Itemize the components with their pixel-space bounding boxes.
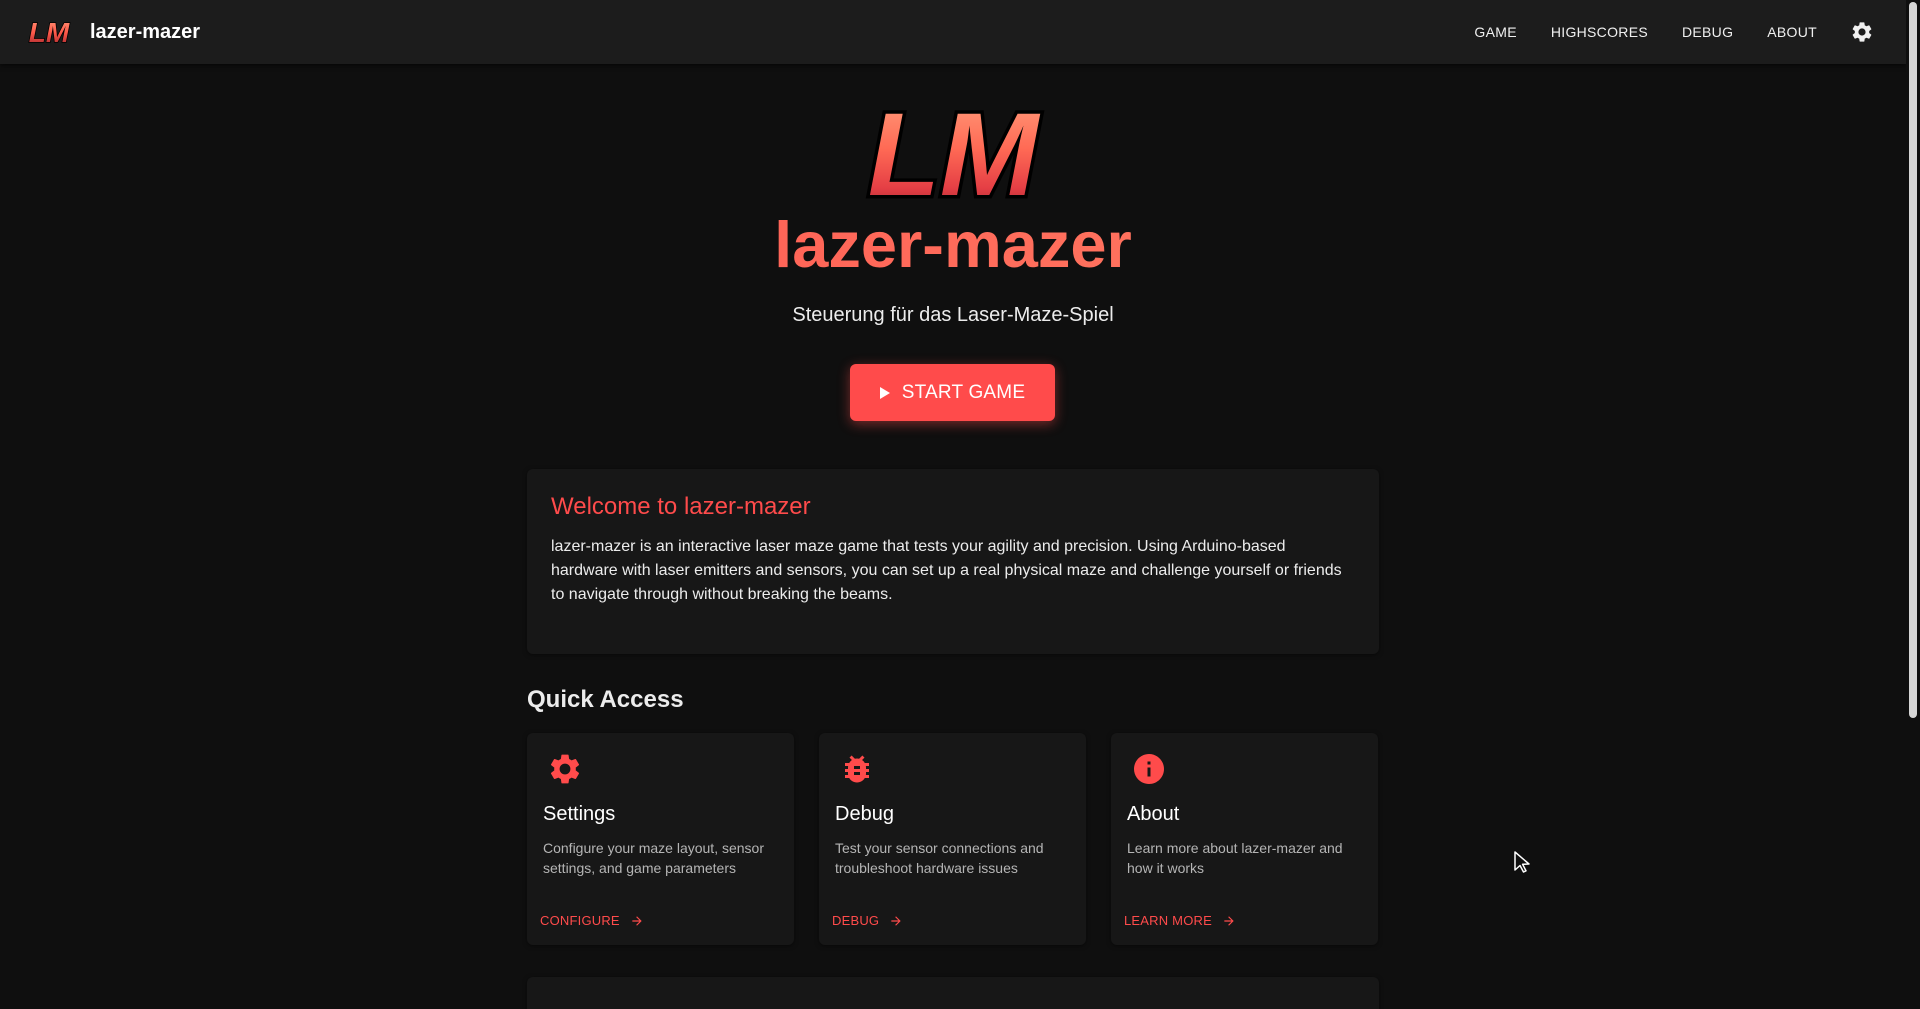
vertical-scrollbar[interactable] [1906, 0, 1920, 1009]
welcome-body: lazer-mazer is an interactive laser maze… [551, 538, 1342, 603]
svg-text:LM: LM [868, 95, 1041, 209]
quick-access-title: Quick Access [527, 686, 684, 713]
learn-more-link-label: LEARN MORE [1124, 913, 1212, 928]
bug-icon [845, 755, 869, 783]
top-nav: GAME HIGHSCORES DEBUG ABOUT [1457, 0, 1882, 64]
debug-link-label: DEBUG [832, 913, 880, 928]
svg-text:LM: LM [29, 17, 70, 47]
arrow-right-icon [1224, 915, 1234, 926]
hero-title: lazer-mazer [0, 200, 1906, 290]
quick-access-card-description: Learn more about lazer-mazer and how it … [1127, 840, 1343, 876]
quick-access-card-debug: Debug Test your sensor connections and t… [819, 733, 1086, 945]
learn-more-link[interactable]: LEARN MORE [1124, 913, 1236, 928]
quick-access-card-about: About Learn more about lazer-mazer and h… [1111, 733, 1378, 945]
start-game-label: START GAME [901, 381, 1026, 403]
hero-subtitle: Steuerung für das Laser-Maze-Spiel [792, 304, 1114, 326]
info-icon [1134, 754, 1164, 784]
nav-game[interactable]: GAME [1457, 14, 1533, 50]
arrow-right-icon [891, 915, 901, 926]
welcome-title: Welcome to lazer-mazer [551, 493, 811, 520]
configure-link-label: CONFIGURE [540, 913, 620, 928]
brand-home-link[interactable]: LM lazer-mazer [24, 17, 200, 47]
arrow-right-icon [632, 915, 642, 926]
scrollbar-thumb[interactable] [1909, 2, 1917, 718]
nav-about[interactable]: ABOUT [1750, 14, 1834, 50]
mouse-cursor-icon [1514, 851, 1530, 873]
welcome-card: Welcome to lazer-mazer lazer-mazer is an… [527, 469, 1379, 654]
app-title: lazer-mazer [90, 20, 201, 43]
nav-debug[interactable]: DEBUG [1665, 14, 1750, 50]
quick-access-card-description: Test your sensor connections and trouble… [835, 840, 1044, 876]
start-game-button[interactable]: START GAME [850, 364, 1055, 421]
brand-logo-icon: LM [28, 17, 71, 47]
gear-icon [1852, 22, 1872, 42]
quick-access-card-title: Debug [835, 803, 894, 825]
play-icon [879, 386, 890, 399]
quick-access-card-settings: Settings Configure your maze layout, sen… [527, 733, 794, 945]
hero-logo-icon: LM [864, 95, 1044, 209]
nav-highscores[interactable]: HIGHSCORES [1534, 14, 1665, 50]
gear-icon [550, 754, 580, 784]
configure-link[interactable]: CONFIGURE [540, 913, 644, 928]
quick-access-card-title: Settings [543, 803, 616, 825]
debug-link[interactable]: DEBUG [832, 913, 903, 928]
app-bar: LM lazer-mazer GAME HIGHSCORES DEBUG ABO… [0, 0, 1906, 64]
quick-access-card-title: About [1127, 803, 1180, 825]
settings-button[interactable] [1842, 12, 1882, 52]
next-section-card [527, 977, 1379, 1009]
quick-access-card-description: Configure your maze layout, sensor setti… [543, 840, 764, 876]
